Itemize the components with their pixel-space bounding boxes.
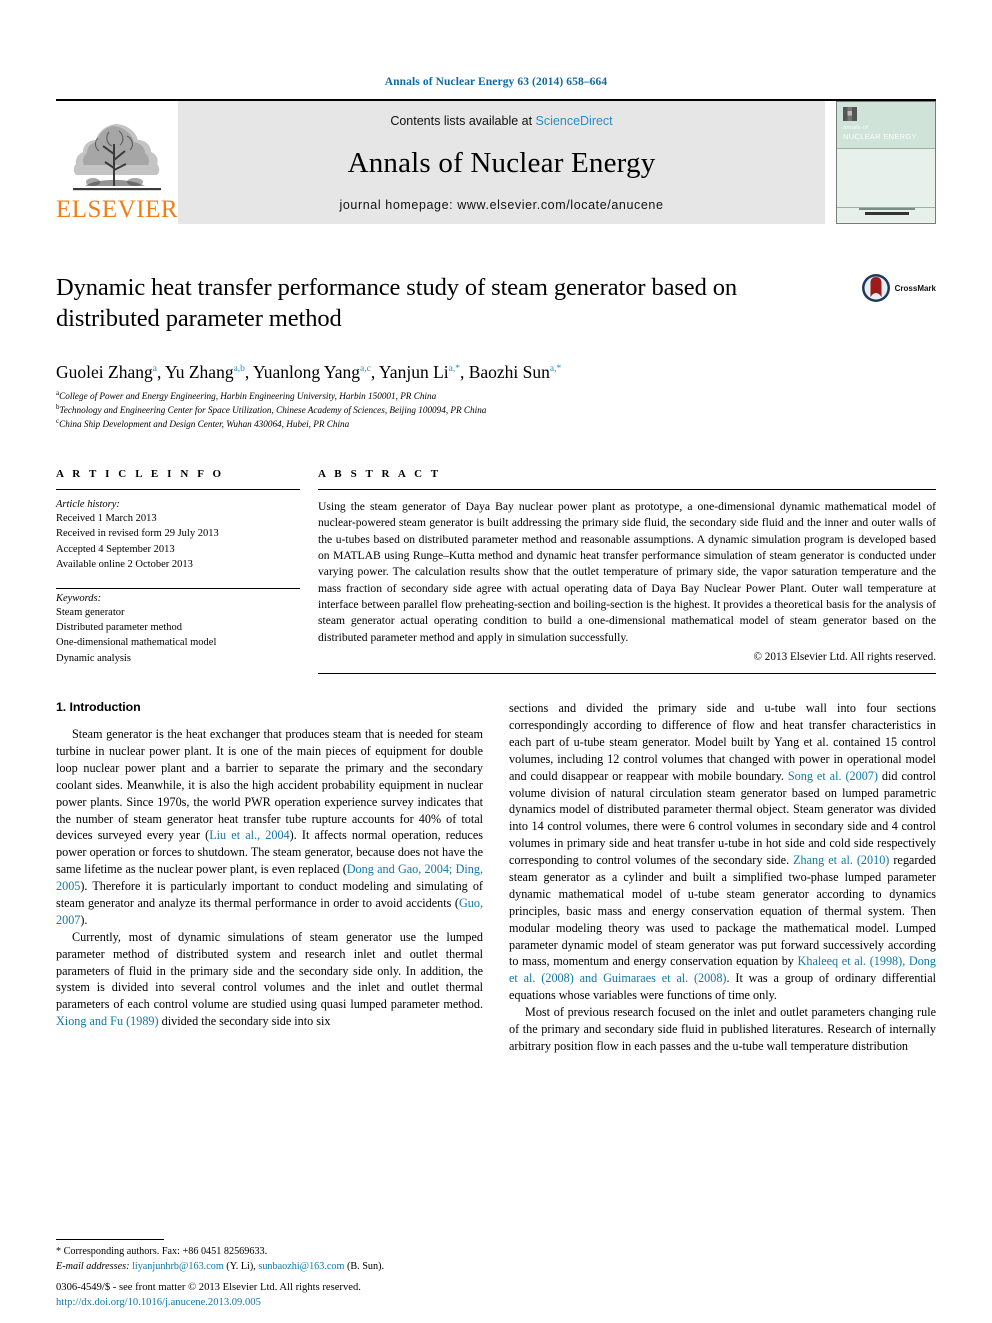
issn-copyright-line: 0306-4549/$ - see front matter © 2013 El… xyxy=(56,1282,361,1294)
author-name: Yanjun Li xyxy=(378,362,449,382)
citation-link[interactable]: Dong and Gao, 2004; Ding, 2005 xyxy=(56,862,483,893)
citation-link[interactable]: Guo, 2007 xyxy=(56,896,483,927)
divider xyxy=(318,488,936,490)
corresponding-author-note: * Corresponding authors. Fax: +86 0451 8… xyxy=(56,1245,489,1260)
elsevier-tree-icon xyxy=(73,124,161,191)
footnote-marker: * xyxy=(56,1246,62,1258)
body-columns: 1. Introduction Steam generator is the h… xyxy=(56,700,936,1055)
footnote-area: * Corresponding authors. Fax: +86 0451 8… xyxy=(56,1239,489,1275)
author-affiliation-marker: a xyxy=(152,364,157,375)
cover-title-big: NUCLEAR ENERGY xyxy=(843,132,917,142)
doi-link[interactable]: http://dx.doi.org/10.1016/j.anucene.2013… xyxy=(56,1296,576,1311)
abstract-text: Using the steam generator of Daya Bay nu… xyxy=(318,499,936,644)
masthead-center: Contents lists available at ScienceDirec… xyxy=(178,101,825,224)
body-column-right: sections and divided the primary side an… xyxy=(509,700,936,1055)
cover-qr-icon xyxy=(843,107,857,121)
journal-title: Annals of Nuclear Energy xyxy=(347,146,656,179)
citation-link[interactable]: Khaleeq et al. (1998), Dong et al. (2008… xyxy=(509,954,936,985)
keywords-list: Steam generator Distributed parameter met… xyxy=(56,605,300,667)
divider xyxy=(318,673,936,675)
cover-footer xyxy=(837,208,935,222)
body-paragraph: sections and divided the primary side an… xyxy=(509,701,936,1003)
email-owner: (Y. Li) xyxy=(223,1261,254,1273)
contents-prefix: Contents lists available at xyxy=(390,114,536,128)
body-paragraph: Currently, most of dynamic simulations o… xyxy=(56,929,483,1029)
keyword-item: One-dimensional mathematical model xyxy=(56,637,217,649)
citation-link[interactable]: Zhang et al. (2010) xyxy=(793,853,889,867)
cover-header: annals of NUCLEAR ENERGY xyxy=(837,102,935,148)
footnote-divider xyxy=(56,1239,164,1241)
author-list: Guolei Zhanga, Yu Zhanga,b, Yuanlong Yan… xyxy=(56,362,562,382)
keyword-item: Steam generator xyxy=(56,606,125,618)
elsevier-logo: ELSEVIER xyxy=(56,101,178,224)
affiliation-list: aCollege of Power and Energy Engineering… xyxy=(56,388,936,432)
article-history-label: Article history: xyxy=(56,498,120,510)
author-name: Yu Zhang xyxy=(165,362,234,382)
article-history-list: Received 1 March 2013 Received in revised… xyxy=(56,511,300,573)
keyword-item: Dynamic analysis xyxy=(56,652,131,664)
section-title-introduction: 1. Introduction xyxy=(56,700,141,715)
sciencedirect-link[interactable]: ScienceDirect xyxy=(536,114,613,128)
author-affiliation-marker: a,* xyxy=(549,364,562,375)
article-info-heading: A R T I C L E I N F O xyxy=(56,467,225,480)
journal-masthead: ELSEVIER Contents lists available at Sci… xyxy=(56,99,936,224)
contents-available-line: Contents lists available at ScienceDirec… xyxy=(390,114,612,128)
email-link[interactable]: liyanjunhrb@163.com xyxy=(132,1261,224,1272)
keywords-label: Keywords: xyxy=(56,592,102,604)
affiliation-line: bTechnology and Engineering Center for S… xyxy=(56,402,487,415)
citation-link[interactable]: Xiong and Fu (1989) xyxy=(56,1014,159,1028)
author-name: Yuanlong Yang xyxy=(253,362,360,382)
email-addresses-note: E-mail addresses: liyanjunhrb@163.com (Y… xyxy=(56,1261,385,1273)
citation-link[interactable]: Song et al. (2007) xyxy=(788,769,878,783)
email-addresses-label: E-mail addresses: xyxy=(56,1261,133,1273)
corresponding-author-text: Corresponding authors. Fax: +86 0451 825… xyxy=(63,1246,268,1258)
crossmark-icon xyxy=(861,274,890,302)
citation-link[interactable]: Liu et al., 2004 xyxy=(209,828,289,842)
affiliation-line: cChina Ship Development and Design Cente… xyxy=(56,416,350,429)
body-column-left: 1. Introduction Steam generator is the h… xyxy=(56,700,483,1055)
author-name: Guolei Zhang xyxy=(56,362,153,382)
body-paragraph: Most of previous research focused on the… xyxy=(509,1005,936,1053)
abstract-column: A B S T R A C T Using the steam generato… xyxy=(318,467,937,675)
cover-title: annals of NUCLEAR ENERGY xyxy=(843,125,917,143)
footer-area: 0306-4549/$ - see front matter © 2013 El… xyxy=(56,1281,576,1311)
divider xyxy=(56,587,300,589)
article-history-item: Received 1 March 2013 xyxy=(56,512,157,524)
email-link[interactable]: sunbaozhi@163.com xyxy=(258,1261,344,1272)
divider xyxy=(56,488,300,490)
cover-body xyxy=(837,148,935,208)
body-paragraph: Steam generator is the heat exchanger th… xyxy=(56,727,483,927)
author-name: Baozhi Sun xyxy=(468,362,550,382)
intro-right-paragraphs: sections and divided the primary side an… xyxy=(509,700,936,1055)
abstract-copyright: © 2013 Elsevier Ltd. All rights reserved… xyxy=(753,651,937,664)
journal-cover-thumbnail[interactable]: annals of NUCLEAR ENERGY xyxy=(836,101,936,224)
info-abstract-region: A R T I C L E I N F O Article history: R… xyxy=(56,467,937,675)
keyword-item: Distributed parameter method xyxy=(56,622,182,634)
crossmark-badge[interactable]: CrossMark xyxy=(861,273,936,303)
page-title: Dynamic heat transfer performance study … xyxy=(56,274,738,332)
author-affiliation-marker: a,* xyxy=(448,364,460,375)
article-history-item: Available online 2 October 2013 xyxy=(56,559,193,571)
email-owner: (B. Sun) xyxy=(344,1261,382,1273)
article-history-item: Received in revised form 29 July 2013 xyxy=(56,528,219,540)
journal-article-page: Annals of Nuclear Energy 63 (2014) 658–6… xyxy=(0,0,992,1323)
abstract-heading: A B S T R A C T xyxy=(318,467,442,480)
elsevier-wordmark: ELSEVIER xyxy=(55,196,179,223)
author-affiliation-marker: a,c xyxy=(360,364,371,375)
cover-title-small: annals of xyxy=(843,125,869,131)
intro-left-paragraphs: Steam generator is the heat exchanger th… xyxy=(56,726,483,1030)
article-info-column: A R T I C L E I N F O Article history: R… xyxy=(56,468,318,674)
affiliation-line: aCollege of Power and Energy Engineering… xyxy=(56,388,437,401)
author-affiliation-marker: a,b xyxy=(233,364,245,375)
crossmark-label: CrossMark xyxy=(894,283,936,293)
keywords-block: Keywords: Steam generator Distributed par… xyxy=(56,593,300,667)
title-block: Dynamic heat transfer performance study … xyxy=(56,273,936,347)
running-head: Annals of Nuclear Energy 63 (2014) 658–6… xyxy=(384,76,608,88)
article-history-item: Accepted 4 September 2013 xyxy=(56,543,175,555)
journal-homepage-link[interactable]: journal homepage: www.elsevier.com/locat… xyxy=(339,198,663,212)
